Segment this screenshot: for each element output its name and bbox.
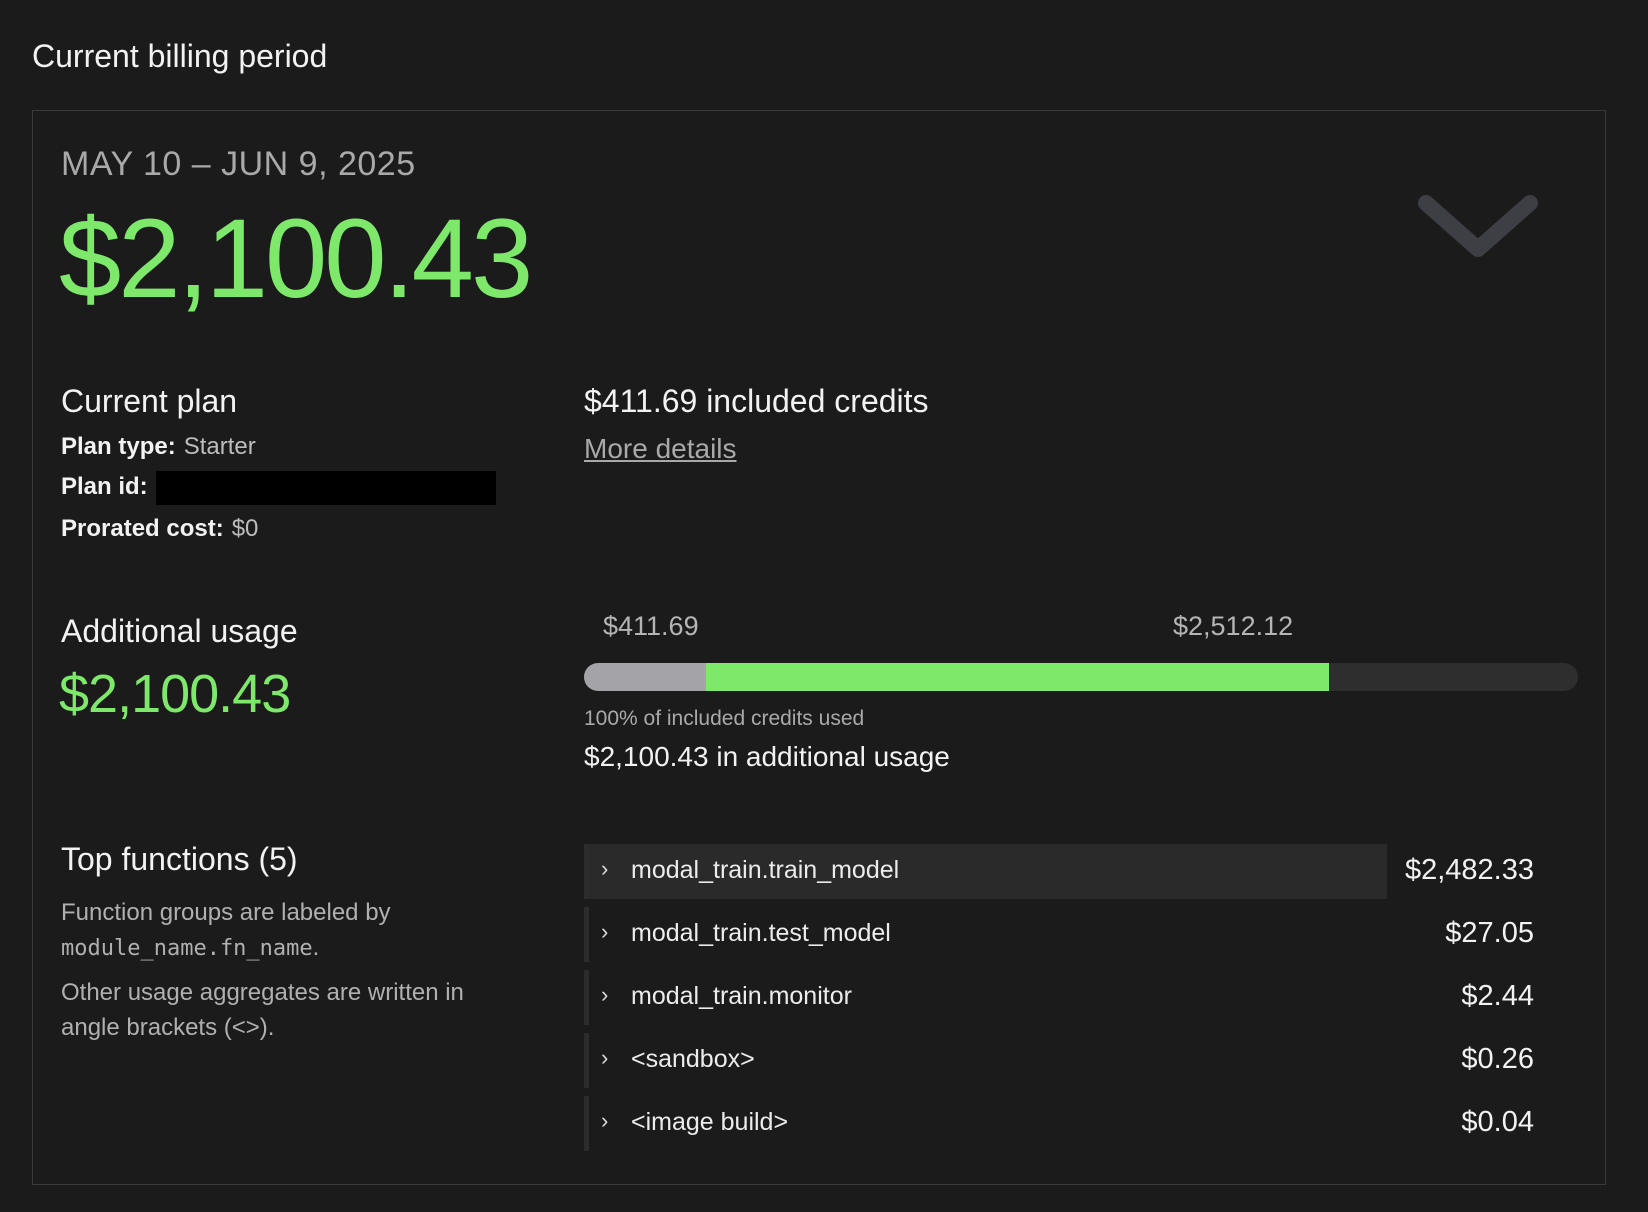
section-title: Current billing period [32, 38, 328, 74]
functions-desc-text: Function groups are labeled by [61, 899, 391, 926]
prorated-cost-value: $0 [231, 515, 259, 542]
included-credits-title: $411.69 included credits [584, 383, 929, 419]
functions-description-2: Other usage aggregates are written in an… [61, 979, 464, 1041]
billing-card: MAY 10 – JUN 9, 2025 $2,100.43 Current p… [32, 110, 1606, 1185]
additional-usage-summary: $2,100.43 in additional usage [584, 741, 950, 772]
function-row[interactable]: › modal_train.monitor $2.44 [584, 970, 1562, 1025]
function-name: modal_train.train_model [631, 856, 900, 884]
plan-type-value: Starter [183, 433, 256, 460]
function-cost: $2,482.33 [1404, 854, 1534, 886]
functions-description-1: Function groups are labeled by module_na… [61, 895, 521, 966]
more-details-link[interactable]: More details [584, 433, 737, 465]
prorated-cost-label: Prorated cost: [61, 515, 224, 542]
function-cost: $0.26 [1461, 1043, 1534, 1075]
function-row[interactable]: › modal_train.train_model $2,482.33 [584, 844, 1562, 899]
plan-id-label: Plan id: [61, 473, 148, 501]
plan-type-label: Plan type: [61, 433, 176, 460]
function-row[interactable]: › <sandbox> $0.26 [584, 1033, 1562, 1088]
additional-usage-amount: $2,100.43 [59, 664, 291, 724]
function-name: <sandbox> [631, 1045, 755, 1073]
chevron-right-icon[interactable]: › [601, 1045, 608, 1071]
function-name: modal_train.test_model [631, 919, 891, 947]
function-cost: $2.44 [1461, 980, 1534, 1012]
additional-usage-fill [706, 663, 1330, 691]
function-row[interactable]: › <image build> $0.04 [584, 1096, 1562, 1151]
additional-usage-title: Additional usage [61, 613, 298, 649]
function-row[interactable]: › modal_train.test_model $27.05 [584, 907, 1562, 962]
usage-progress-bar [584, 663, 1578, 691]
billing-total: $2,100.43 [59, 196, 533, 321]
plan-type-row: Plan type: Starter [61, 433, 256, 461]
billing-date-range: MAY 10 – JUN 9, 2025 [61, 145, 416, 183]
function-cost: $27.05 [1445, 917, 1534, 949]
chevron-right-icon[interactable]: › [601, 1108, 608, 1134]
plan-id-row: Plan id: [61, 471, 496, 505]
included-credits-fill [584, 663, 707, 691]
function-name: modal_train.monitor [631, 982, 852, 1010]
function-name: <image build> [631, 1108, 789, 1136]
chevron-down-icon[interactable] [1418, 193, 1558, 283]
top-functions-list: › modal_train.train_model $2,482.33 › modal_… [584, 844, 1562, 1159]
function-cost: $0.04 [1461, 1106, 1534, 1138]
chevron-right-icon[interactable]: › [601, 982, 608, 1008]
bar-label-total: $2,512.12 [1173, 611, 1294, 641]
functions-desc-code: module_name.fn_name [61, 936, 313, 961]
prorated-cost-row: Prorated cost: $0 [61, 515, 258, 543]
functions-desc-period: . [312, 934, 320, 961]
chevron-right-icon[interactable]: › [601, 856, 608, 882]
chevron-right-icon[interactable]: › [601, 919, 608, 945]
bar-label-included: $411.69 [603, 611, 699, 641]
top-functions-title: Top functions (5) [61, 841, 298, 877]
plan-id-redacted [155, 471, 496, 505]
current-plan-title: Current plan [61, 383, 238, 419]
credits-used-percent: 100% of included credits used [584, 707, 865, 730]
